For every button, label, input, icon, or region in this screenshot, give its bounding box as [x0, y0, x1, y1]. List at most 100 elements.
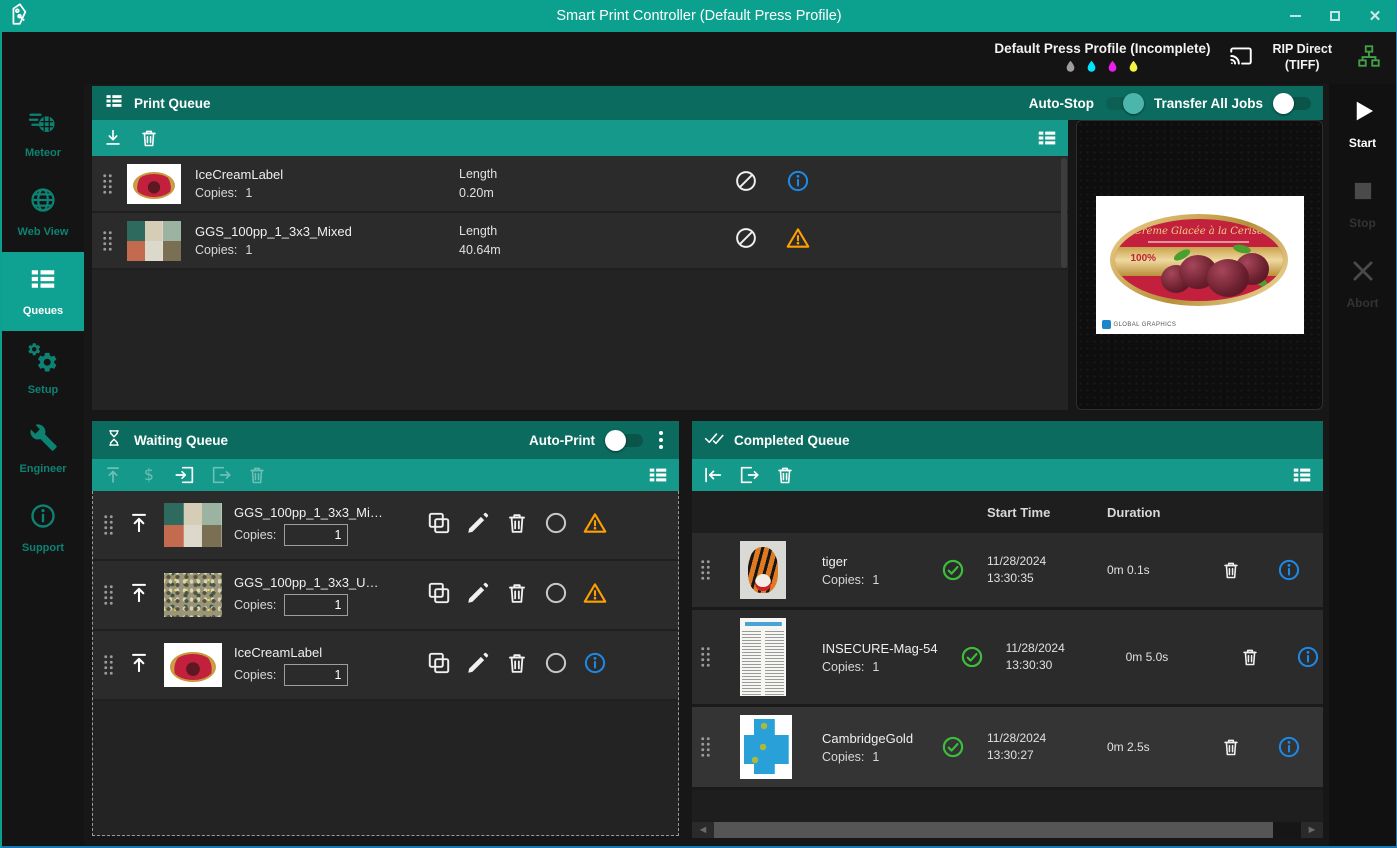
delete-button[interactable] — [246, 464, 268, 486]
move-to-top-icon[interactable] — [126, 510, 152, 541]
status-circle-icon[interactable] — [543, 510, 569, 541]
delete-icon[interactable] — [1205, 559, 1257, 581]
horizontal-scrollbar: ◄ ► — [692, 822, 1323, 838]
copies-input[interactable] — [284, 524, 348, 546]
info-icon[interactable] — [1263, 734, 1315, 760]
sidebar-item-setup[interactable]: Setup — [2, 331, 84, 410]
warning-icon[interactable] — [785, 225, 811, 256]
drag-handle[interactable] — [103, 584, 114, 606]
job-name: GGS_100pp_1_3x3_U… — [234, 575, 412, 590]
scroll-right-button[interactable]: ► — [1301, 822, 1323, 838]
drag-handle[interactable] — [103, 654, 114, 676]
auto-stop-toggle[interactable] — [1106, 97, 1142, 110]
horizontal-scrollbar-thumb[interactable] — [714, 822, 1273, 838]
sidebar-item-support[interactable]: Support — [2, 489, 84, 568]
duplicate-icon[interactable] — [426, 510, 452, 541]
ink-drop-icon — [1105, 58, 1120, 75]
info-circle-icon — [28, 501, 58, 536]
delete-button[interactable] — [138, 127, 160, 149]
status-circle-icon[interactable] — [543, 650, 569, 681]
start-button[interactable]: Start — [1348, 96, 1378, 150]
print-job-row[interactable]: IceCreamLabel Copies:1 Length 0.20m — [92, 156, 1068, 213]
drag-handle[interactable] — [700, 646, 711, 668]
waiting-queue-toolbar — [92, 459, 679, 491]
job-thumbnail — [164, 573, 222, 617]
delete-button[interactable] — [774, 464, 796, 486]
completed-queue-title: Completed Queue — [734, 433, 850, 448]
waiting-job-row[interactable]: GGS_100pp_1_3x3_U… Copies: — [93, 561, 678, 631]
close-button[interactable]: ✕ — [1368, 9, 1382, 23]
info-icon[interactable] — [1263, 557, 1315, 583]
completed-job-row[interactable]: tiger Copies:1 11/28/2024 13:30:35 0m 0.… — [692, 533, 1323, 610]
abort-button[interactable]: Abort — [1347, 256, 1379, 310]
auto-print-toggle[interactable] — [607, 434, 643, 447]
send-to-print-queue-button[interactable] — [174, 464, 196, 486]
view-list-button[interactable] — [1036, 127, 1058, 149]
sidebar-item-web-view[interactable]: Web View — [2, 173, 84, 252]
duration-value: 0m 0.1s — [1107, 563, 1199, 577]
move-to-top-button[interactable] — [102, 464, 124, 486]
waiting-job-row[interactable]: IceCreamLabel Copies: — [93, 631, 678, 701]
network-status-icon[interactable] — [1356, 43, 1382, 74]
queues-list-icon — [28, 264, 58, 299]
vertical-scrollbar-thumb[interactable] — [1061, 158, 1067, 268]
sidebar-item-meteor[interactable]: Meteor — [2, 94, 84, 173]
drag-handle[interactable] — [102, 173, 113, 195]
duplicate-icon[interactable] — [426, 650, 452, 681]
transfer-all-jobs-toggle[interactable] — [1275, 97, 1311, 110]
job-preview-panel: Crème Glacée à la Cerise 100% GLOBAL GRA… — [1076, 120, 1323, 410]
scroll-left-button[interactable]: ◄ — [692, 822, 714, 838]
cast-icon[interactable] — [1228, 43, 1254, 74]
delete-icon[interactable] — [504, 510, 530, 541]
stop-button[interactable]: Stop — [1348, 176, 1378, 230]
view-list-button[interactable] — [647, 464, 669, 486]
warning-icon[interactable] — [582, 510, 608, 541]
move-to-top-icon[interactable] — [126, 580, 152, 611]
drag-handle[interactable] — [103, 514, 114, 536]
cost-button[interactable] — [138, 464, 160, 486]
press-profile-name: Default Press Profile (Incomplete) — [994, 41, 1210, 56]
sidebar-item-engineer[interactable]: Engineer — [2, 410, 84, 489]
sidebar-item-label: Web View — [18, 226, 69, 238]
delete-icon[interactable] — [1205, 736, 1257, 758]
waiting-job-row[interactable]: GGS_100pp_1_3x3_Mi… Copies: — [93, 491, 678, 561]
waiting-queue-panel: Waiting Queue Auto-Print — [92, 421, 679, 838]
move-to-start-button[interactable] — [702, 464, 724, 486]
drag-handle[interactable] — [700, 736, 711, 758]
completed-job-row[interactable]: CambridgeGold Copies:1 11/28/2024 13:30:… — [692, 707, 1323, 790]
maximize-button[interactable] — [1328, 9, 1342, 23]
copies-input[interactable] — [284, 664, 348, 686]
warning-icon[interactable] — [582, 580, 608, 611]
more-menu-button[interactable] — [655, 429, 667, 451]
info-icon[interactable] — [785, 168, 811, 199]
delete-icon[interactable] — [504, 580, 530, 611]
info-icon[interactable] — [582, 650, 608, 681]
press-profile-block: Default Press Profile (Incomplete) — [994, 41, 1210, 75]
export-button[interactable] — [738, 464, 760, 486]
transfer-all-jobs-label: Transfer All Jobs — [1154, 96, 1263, 111]
status-circle-icon[interactable] — [543, 580, 569, 611]
block-icon[interactable] — [733, 168, 759, 199]
drag-handle[interactable] — [102, 230, 113, 252]
maximize-icon — [1330, 11, 1340, 21]
completed-job-row[interactable]: INSECURE-Mag-54 Copies:1 11/28/2024 13:3… — [692, 610, 1323, 707]
edit-icon[interactable] — [465, 510, 491, 541]
export-button[interactable] — [210, 464, 232, 486]
sidebar-item-queues[interactable]: Queues — [2, 252, 84, 331]
edit-icon[interactable] — [465, 650, 491, 681]
delete-icon[interactable] — [1224, 646, 1276, 668]
drag-handle[interactable] — [700, 559, 711, 581]
copies-input[interactable] — [284, 594, 348, 616]
print-job-row[interactable]: GGS_100pp_1_3x3_Mixed Copies:1 Length 40… — [92, 213, 1068, 270]
info-icon[interactable] — [1282, 644, 1334, 670]
delete-icon[interactable] — [504, 650, 530, 681]
view-list-button[interactable] — [1291, 464, 1313, 486]
duplicate-icon[interactable] — [426, 580, 452, 611]
block-icon[interactable] — [733, 225, 759, 256]
download-button[interactable] — [102, 127, 124, 149]
edit-icon[interactable] — [465, 580, 491, 611]
minimize-button[interactable] — [1288, 9, 1302, 23]
move-to-top-icon[interactable] — [126, 650, 152, 681]
start-time: 13:30:27 — [987, 747, 1101, 764]
start-date: 11/28/2024 — [987, 553, 1101, 570]
